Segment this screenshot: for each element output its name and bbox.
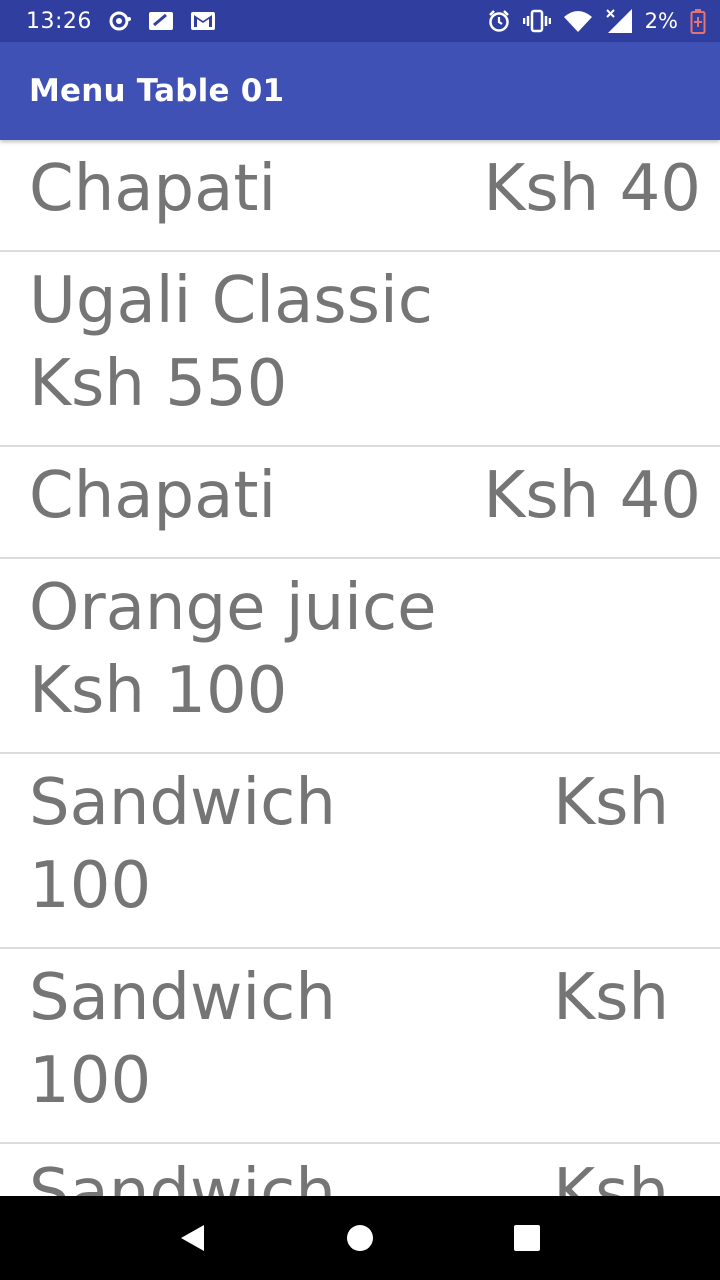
list-item[interactable]: Chapati Ksh 40 [0, 140, 720, 252]
status-time: 13:26 [26, 8, 92, 34]
recents-icon[interactable] [487, 1208, 567, 1268]
item-price-prefix: Ksh [553, 1156, 669, 1196]
item-price: Ksh 550 [29, 347, 288, 421]
page-title: Menu Table 01 [29, 73, 285, 109]
item-name: Ugali Classic [29, 264, 433, 338]
list-item[interactable]: Chapati Ksh 40 [0, 447, 720, 559]
vibrate-icon [522, 9, 551, 33]
item-price-prefix: Ksh [553, 961, 669, 1035]
list-item[interactable]: Ugali Classic Ksh 550 [0, 252, 720, 447]
item-price: Ksh 100 [29, 654, 288, 728]
battery-percent: 2% [644, 9, 678, 33]
gmail-icon [190, 10, 216, 32]
notification-icon [108, 10, 132, 32]
signal-icon [605, 8, 633, 34]
item-price: Ksh 40 [483, 459, 701, 533]
item-name: Sandwich [29, 1156, 336, 1196]
back-icon[interactable] [153, 1208, 233, 1268]
item-name: Sandwich [29, 766, 336, 840]
item-price: Ksh 40 [483, 152, 701, 226]
item-name: Chapati [29, 459, 277, 533]
item-name: Orange juice [29, 571, 437, 645]
home-icon[interactable] [320, 1208, 400, 1268]
item-price-value: 100 [29, 849, 152, 923]
list-item[interactable]: Sandwich Ksh 100 [0, 754, 720, 949]
screen-icon [148, 10, 174, 32]
list-item[interactable]: Sandwich Ksh 100 [0, 949, 720, 1144]
status-bar: 13:26 2% [0, 0, 720, 42]
navigation-bar [0, 1196, 720, 1280]
alarm-icon [487, 9, 511, 33]
menu-list[interactable]: Chapati Ksh 40 Ugali Classic Ksh 550 Cha… [0, 140, 720, 1196]
wifi-icon [563, 9, 593, 33]
battery-icon [690, 8, 706, 34]
item-price-value: 100 [29, 1044, 152, 1118]
list-item[interactable]: Sandwich Ksh [0, 1144, 720, 1196]
item-name: Sandwich [29, 961, 336, 1035]
item-name: Chapati [29, 152, 277, 226]
item-price-prefix: Ksh [553, 766, 669, 840]
app-bar: Menu Table 01 [0, 42, 720, 140]
list-item[interactable]: Orange juice Ksh 100 [0, 559, 720, 754]
